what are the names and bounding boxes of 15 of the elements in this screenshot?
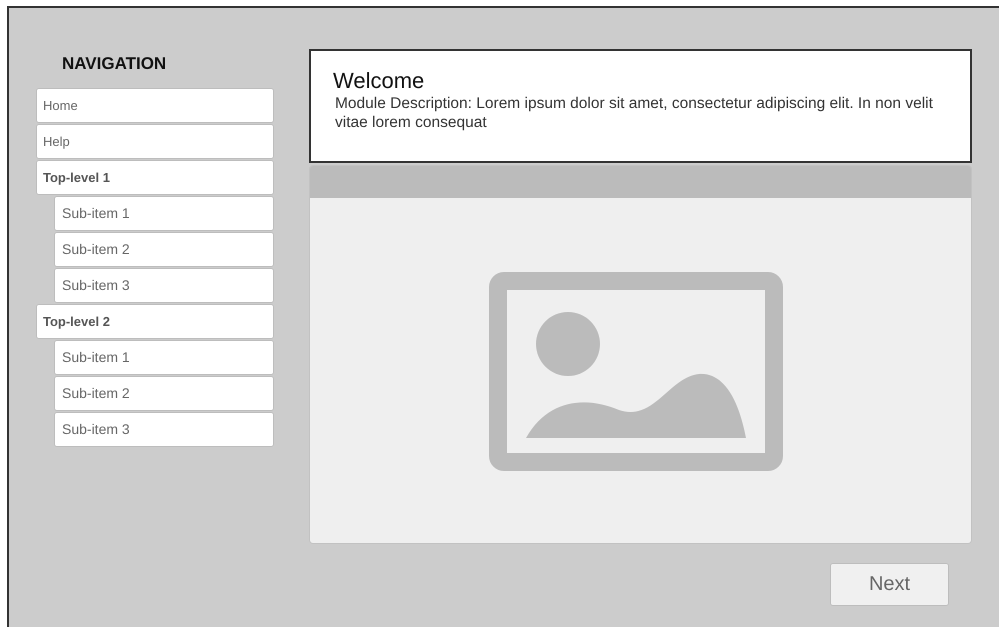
nav-item[interactable]: Sub-item 3 bbox=[54, 268, 274, 303]
navigation-title: NAVIGATION bbox=[62, 54, 168, 74]
nav-item[interactable]: Sub-item 1 bbox=[54, 340, 274, 375]
nav-item[interactable]: Sub-item 2 bbox=[54, 376, 274, 411]
nav-item[interactable]: Home bbox=[36, 88, 274, 123]
module-title: Welcome bbox=[333, 68, 426, 94]
nav-item[interactable]: Sub-item 2 bbox=[54, 232, 274, 267]
nav-item[interactable]: Top-level 1 bbox=[36, 160, 274, 195]
module-description: Module Description: Lorem ipsum dolor sit amet, consectetur adipiscing elit. In non velit vitae lorem consequat bbox=[334, 94, 934, 132]
nav-item[interactable]: Top-level 2 bbox=[36, 304, 274, 339]
nav-item[interactable]: Help bbox=[36, 124, 274, 159]
nav-item[interactable]: Sub-item 1 bbox=[54, 196, 274, 231]
nav-item[interactable]: Sub-item 3 bbox=[54, 412, 274, 447]
image-placeholder-icon bbox=[488, 272, 782, 471]
next-button[interactable]: Next bbox=[830, 563, 949, 606]
